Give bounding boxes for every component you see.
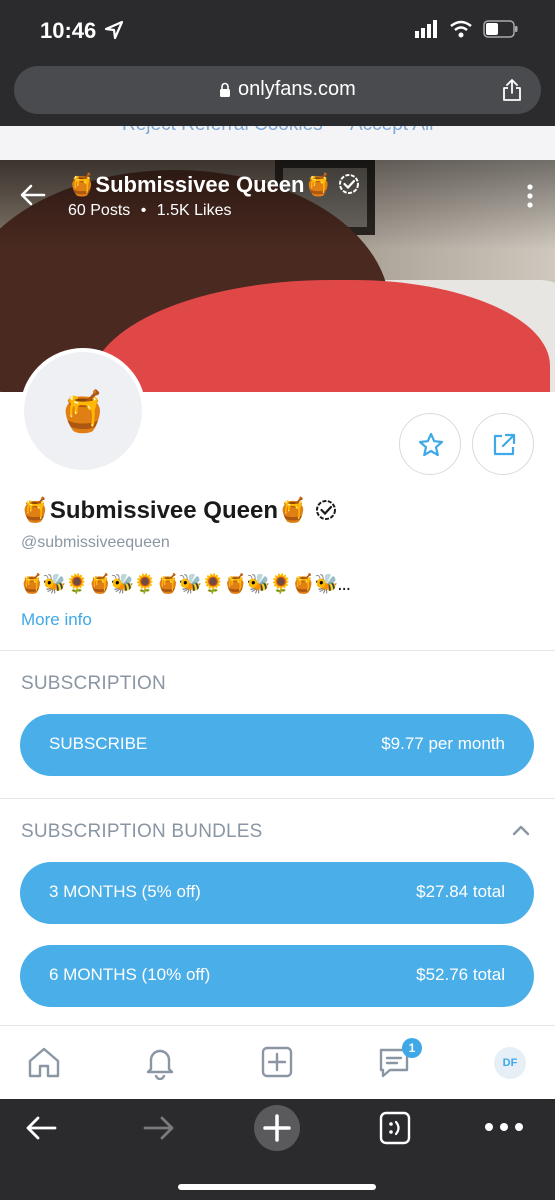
cookie-banner: Reject Referral Cookies Accept All — [0, 126, 555, 160]
posts-count: 60 Posts — [68, 202, 131, 219]
subscribe-label: SUBSCRIBE — [49, 734, 148, 753]
verified-badge-icon — [339, 174, 359, 194]
more-options-icon[interactable] — [527, 184, 533, 208]
divider — [0, 798, 555, 799]
status-icons — [415, 20, 519, 38]
home-icon[interactable] — [26, 1044, 62, 1080]
messages-badge: 1 — [402, 1038, 422, 1058]
bell-icon[interactable] — [142, 1044, 178, 1080]
more-menu-icon[interactable] — [484, 1121, 524, 1133]
more-info-link[interactable]: More info — [21, 610, 92, 630]
divider — [0, 650, 555, 651]
subscription-title: SUBSCRIPTION — [21, 673, 166, 694]
header-title-row: 🍯Submissivee Queen🍯 — [68, 172, 360, 198]
location-arrow-icon — [104, 20, 124, 40]
lock-icon — [220, 82, 230, 97]
share-out-icon — [493, 433, 516, 456]
subscribe-price: $9.77 per month — [381, 734, 505, 753]
accept-cookies-button[interactable]: Accept All — [350, 126, 433, 136]
bundle-price: $27.84 total — [416, 882, 505, 901]
browser-forward-icon[interactable] — [142, 1111, 176, 1145]
browser-address-area: onlyfans.com — [0, 62, 555, 126]
avatar-emoji: 🍯 — [58, 389, 108, 434]
star-icon — [418, 432, 444, 457]
status-bar: 10:46 — [0, 0, 555, 62]
share-profile-button[interactable] — [472, 413, 534, 475]
chevron-up-icon[interactable] — [511, 820, 531, 840]
profile-bio: 🍯🐝🌻🍯🐝🌻🍯🐝🌻🍯🐝🌻🍯🐝... — [20, 574, 351, 595]
back-arrow-icon[interactable] — [20, 182, 46, 208]
url-text: onlyfans.com — [238, 78, 356, 100]
new-tab-icon[interactable] — [253, 1104, 301, 1152]
add-post-icon[interactable] — [259, 1044, 295, 1080]
favorite-button[interactable] — [399, 413, 461, 475]
status-time: 10:46 — [40, 18, 97, 43]
tabs-icon[interactable] — [379, 1111, 411, 1145]
subscribe-button[interactable]: SUBSCRIBE $9.77 per month — [20, 714, 534, 776]
likes-count: 1.5K Likes — [156, 202, 232, 219]
profile-name: 🍯Submissivee Queen🍯 — [20, 497, 308, 524]
stats-separator: • — [140, 202, 147, 219]
bundle-label: 3 MONTHS (5% off) — [49, 882, 201, 901]
browser-back-icon[interactable] — [24, 1111, 58, 1145]
header-title: 🍯Submissivee Queen🍯 — [68, 172, 332, 197]
avatar[interactable]: 🍯 — [20, 348, 146, 474]
bundles-title: SUBSCRIPTION BUNDLES — [21, 821, 263, 842]
signal-icon — [415, 20, 437, 38]
wifi-icon — [450, 20, 472, 38]
home-indicator — [178, 1184, 376, 1190]
share-icon[interactable] — [501, 78, 523, 102]
profile-name-row: 🍯Submissivee Queen🍯 — [20, 496, 337, 525]
battery-icon — [483, 20, 518, 38]
verified-badge-icon — [315, 500, 336, 520]
address-bar[interactable]: onlyfans.com — [14, 66, 541, 114]
bundle-price: $52.76 total — [416, 965, 505, 984]
bundle-6-months-button[interactable]: 6 MONTHS (10% off) $52.76 total — [20, 945, 534, 1007]
app-bottom-nav: 1 DF — [0, 1025, 555, 1099]
bundle-3-months-button[interactable]: 3 MONTHS (5% off) $27.84 total — [20, 862, 534, 924]
reject-cookies-button[interactable]: Reject Referral Cookies — [122, 126, 323, 136]
user-avatar[interactable]: DF — [494, 1047, 526, 1079]
profile-handle: @submissiveequeen — [21, 534, 170, 551]
header-stats: 60 Posts • 1.5K Likes — [68, 202, 232, 220]
bundle-label: 6 MONTHS (10% off) — [49, 965, 211, 984]
